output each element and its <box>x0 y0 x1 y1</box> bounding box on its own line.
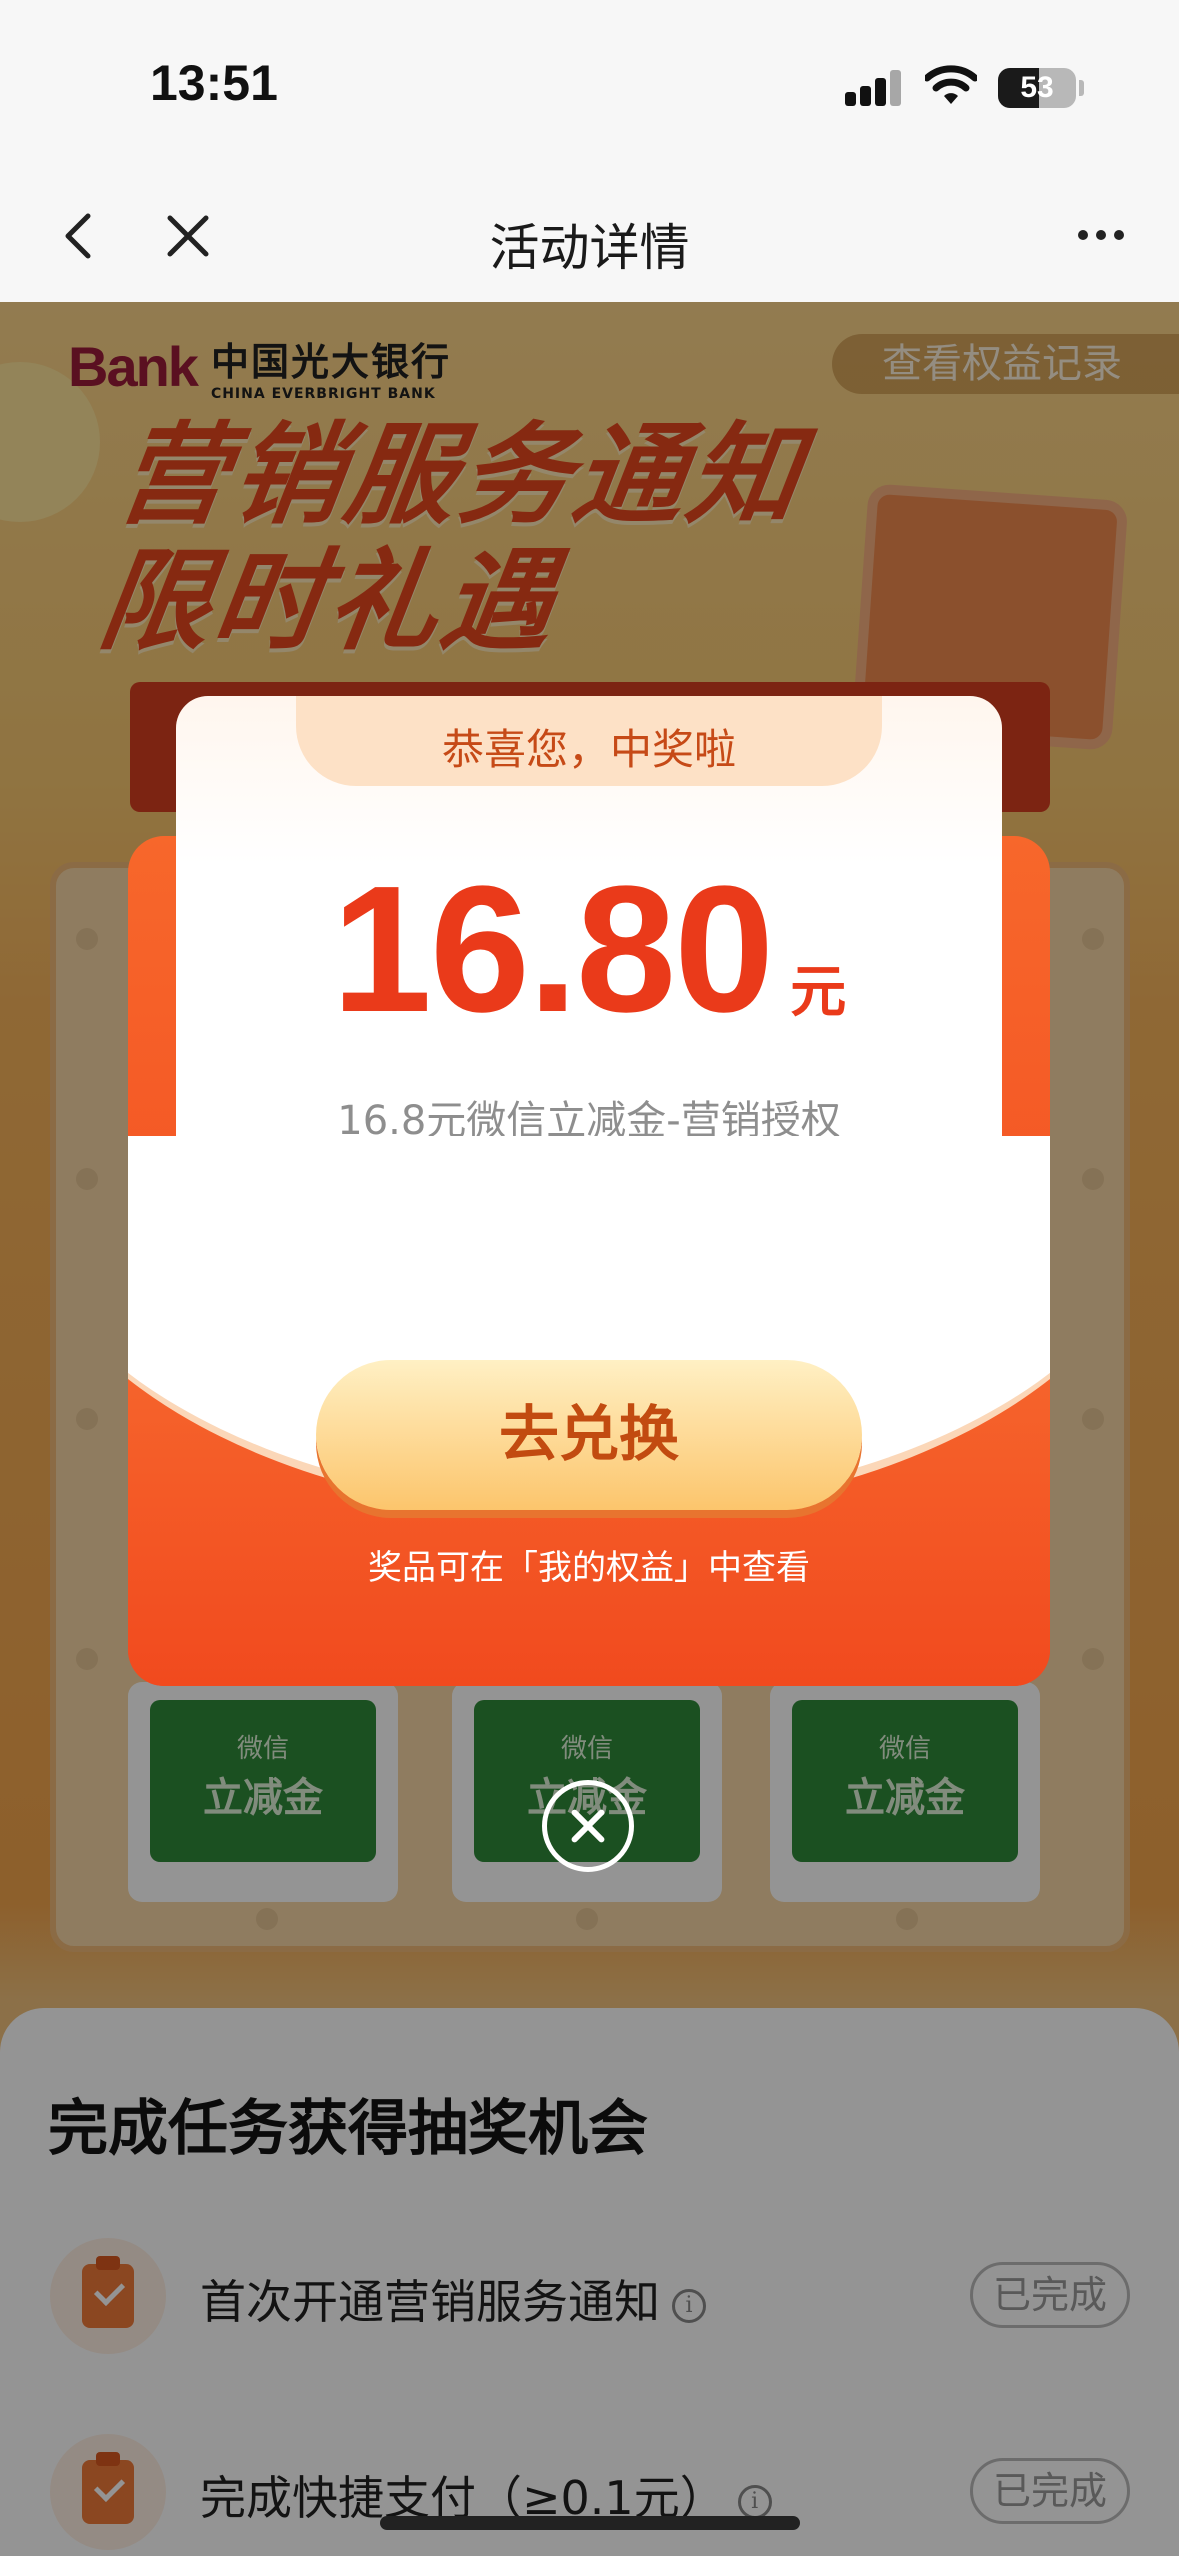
modal-close-icon[interactable] <box>542 1780 634 1872</box>
status-time: 13:51 <box>150 55 278 111</box>
congrats-text: 恭喜您，中奖啦 <box>441 725 736 774</box>
prize-amount-value: 16.80 <box>331 849 774 1050</box>
more-options-icon[interactable] <box>1070 220 1130 250</box>
navigation-bar: 活动详情 <box>0 170 1179 302</box>
home-indicator[interactable] <box>380 2516 800 2530</box>
battery-tip <box>1079 80 1084 96</box>
wifi-icon <box>925 65 977 104</box>
battery-percent: 53 <box>1020 71 1054 104</box>
redeem-hint: 奖品可在「我的权益」中查看 <box>368 1548 810 1588</box>
cellular-signal-icon <box>845 70 905 106</box>
battery-icon: 53 <box>998 68 1076 108</box>
status-bar: 13:51 53 <box>0 0 1179 170</box>
prize-amount-unit: 元 <box>790 960 847 1025</box>
prize-amount: 16.80 元 <box>176 846 1002 1053</box>
prize-modal: 恭喜您，中奖啦 16.80 元 16.8元微信立减金-营销授权 去兑换 奖品可在「… <box>128 696 1050 1686</box>
page-title: 活动详情 <box>489 219 690 277</box>
redeem-button[interactable]: 去兑换 <box>316 1360 862 1510</box>
